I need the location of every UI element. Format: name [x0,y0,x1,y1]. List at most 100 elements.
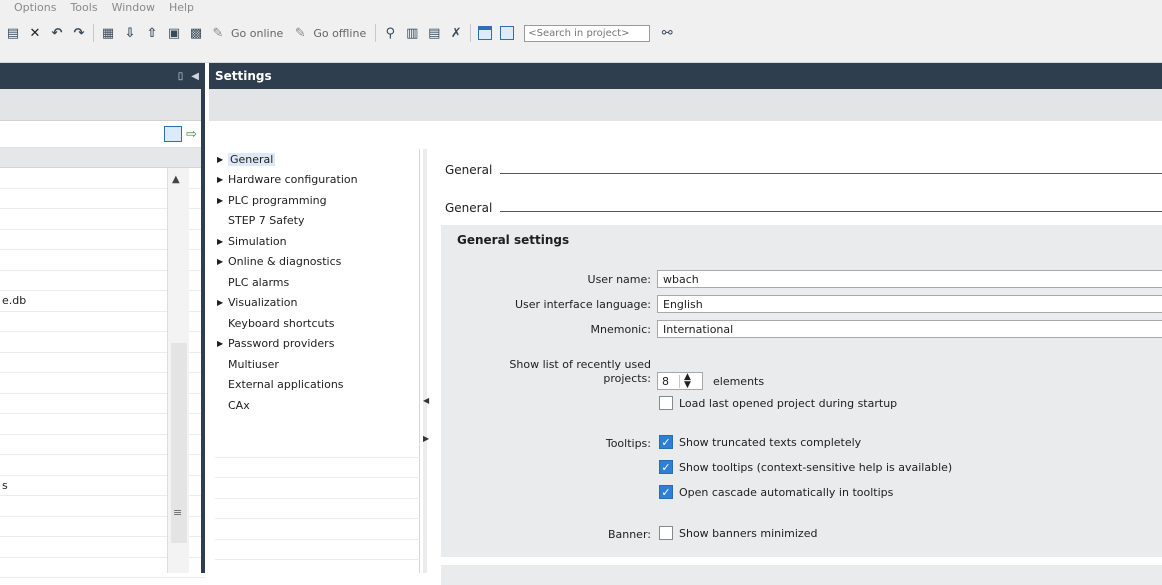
expand-arrow-icon[interactable]: ▶ [215,257,228,266]
split-vertical-icon[interactable] [498,24,516,42]
toolbar-separator [93,24,94,42]
project-tree-header: ▯ ◀ [0,63,205,89]
settings-content: General General General settings User na… [441,121,1162,585]
nav-item-plc-programming[interactable]: ▶ PLC programming [215,190,419,211]
collapse-nav-icon[interactable]: ◀ [423,396,429,405]
scroll-grip-icon: ≡ [173,506,183,519]
nav-item-plc-alarms[interactable]: PLC alarms [215,272,419,293]
compile-icon[interactable]: ▦ [99,24,117,42]
go-online-button[interactable]: Go online [231,27,283,40]
general-settings-panel: General settings User name: User interfa… [441,225,1162,557]
collapse-left-icon[interactable]: ◀ [191,71,199,82]
project-tree-tools: ⇨ [0,121,205,148]
tooltip-option-cascade[interactable]: ✓ Open cascade automatically in tooltips [659,485,893,499]
export-icon[interactable]: ⇨ [186,127,197,142]
pane-divider[interactable] [201,63,205,573]
start-simulation-icon[interactable]: ▩ [187,24,205,42]
navigation-filler [215,437,420,560]
start-cpu-icon[interactable]: ▥ [403,24,421,42]
nav-item-general[interactable]: ▶ General [215,149,419,170]
cross-reference-icon[interactable]: ✗ [447,24,465,42]
stepper-arrows-icon[interactable]: ▲ ▼ [680,373,691,390]
mnemonic-label: Mnemonic: [590,323,651,336]
project-tree-column-header [0,148,205,168]
menu-bar: Options Tools Window Help [0,0,1162,16]
nav-item-step-7-safety[interactable]: STEP 7 Safety [215,211,419,232]
nav-item-external-applications[interactable]: External applications [215,375,419,396]
expand-arrow-icon[interactable]: ▶ [215,339,228,348]
project-tree-scrollbar[interactable]: ▲ ≡ [167,168,189,573]
download-icon[interactable]: ⇩ [121,24,139,42]
menu-window[interactable]: Window [112,0,155,16]
nav-item-simulation[interactable]: ▶ Simulation [215,231,419,252]
banner-minimized-checkbox[interactable] [659,526,673,540]
nav-item-label: Visualization [228,296,298,310]
expand-arrow-icon[interactable]: ▶ [215,196,228,205]
navigation-splitter[interactable] [423,149,427,573]
expand-arrow-icon[interactable]: ▶ [215,298,228,307]
upload-icon[interactable]: ⇧ [143,24,161,42]
nav-item-keyboard-shortcuts[interactable]: Keyboard shortcuts [215,313,419,334]
go-offline-icon[interactable]: ✎ [291,24,309,42]
binoculars-icon[interactable]: ⚯ [658,24,676,42]
redo-icon[interactable]: ↷ [70,24,88,42]
nav-item-password-providers[interactable]: ▶ Password providers [215,334,419,355]
show-truncated-checkbox[interactable]: ✓ [659,435,673,449]
simulation-icon[interactable]: ▣ [165,24,183,42]
nav-item-multiuser[interactable]: Multiuser [215,354,419,375]
nav-item-hardware-configuration[interactable]: ▶ Hardware configuration [215,170,419,191]
expand-nav-icon[interactable]: ▶ [423,434,429,443]
toolbar-separator [375,24,377,42]
split-horizontal-icon[interactable] [476,24,494,42]
view-details-icon[interactable] [164,126,183,142]
window-title: Settings [215,69,272,83]
go-offline-button[interactable]: Go offline [313,27,366,40]
open-cascade-checkbox[interactable]: ✓ [659,485,673,499]
accessible-devices-icon[interactable]: ⚲ [381,24,399,42]
nav-item-label: External applications [228,378,344,392]
subsection-heading-text: General [445,201,493,215]
pane-toggle-icon[interactable]: ▯ [178,71,184,82]
show-tooltips-label: Show tooltips (context-sensitive help is… [679,460,953,474]
show-truncated-label: Show truncated texts completely [679,435,862,449]
search-input[interactable] [524,24,651,42]
nav-item-visualization[interactable]: ▶ Visualization [215,293,419,314]
stop-cpu-icon[interactable]: ▤ [425,24,443,42]
banner-option[interactable]: Show banners minimized [659,526,817,540]
nav-item-label: Keyboard shortcuts [228,316,335,330]
scroll-up-icon[interactable]: ▲ [172,174,180,185]
nav-item-online-diagnostics[interactable]: ▶ Online & diagnostics [215,252,419,273]
expand-arrow-icon[interactable]: ▶ [215,175,228,184]
user-name-field[interactable] [657,270,1162,288]
ui-language-select[interactable] [657,295,1162,313]
user-name-label: User name: [587,273,651,286]
next-settings-panel [441,565,1162,585]
undo-icon[interactable]: ↶ [48,24,66,42]
recent-projects-label-2: projects: [603,372,651,385]
menu-options[interactable]: Options [14,0,56,16]
recent-projects-stepper[interactable]: 8 ▲ ▼ [657,372,703,390]
menu-help[interactable]: Help [169,0,194,16]
menu-tools[interactable]: Tools [70,0,97,16]
nav-item-label: Hardware configuration [228,173,358,187]
recent-projects-label-1: Show list of recently used [509,358,651,371]
load-last-project-option[interactable]: Load last opened project during startup [659,396,897,410]
recent-projects-value[interactable]: 8 [658,374,680,388]
section-heading-general: General [445,163,1162,177]
tooltip-option-help[interactable]: ✓ Show tooltips (context-sensitive help … [659,460,952,474]
tooltip-option-truncated[interactable]: ✓ Show truncated texts completely [659,435,861,449]
load-last-project-checkbox[interactable] [659,396,673,410]
nav-item-cax[interactable]: CAx [215,395,419,416]
go-online-icon[interactable]: ✎ [209,24,227,42]
recent-projects-suffix: elements [713,375,765,388]
subsection-heading-general: General [445,201,1162,215]
show-tooltips-checkbox[interactable]: ✓ [659,460,673,474]
nav-item-label: Simulation [228,234,287,248]
print-icon[interactable]: ▤ [4,24,22,42]
delete-icon[interactable]: ✕ [26,24,44,42]
open-cascade-label: Open cascade automatically in tooltips [679,485,894,499]
mnemonic-select[interactable] [657,320,1162,338]
expand-arrow-icon[interactable]: ▶ [215,237,228,246]
section-heading-text: General [445,163,493,177]
expand-arrow-icon[interactable]: ▶ [215,155,228,164]
